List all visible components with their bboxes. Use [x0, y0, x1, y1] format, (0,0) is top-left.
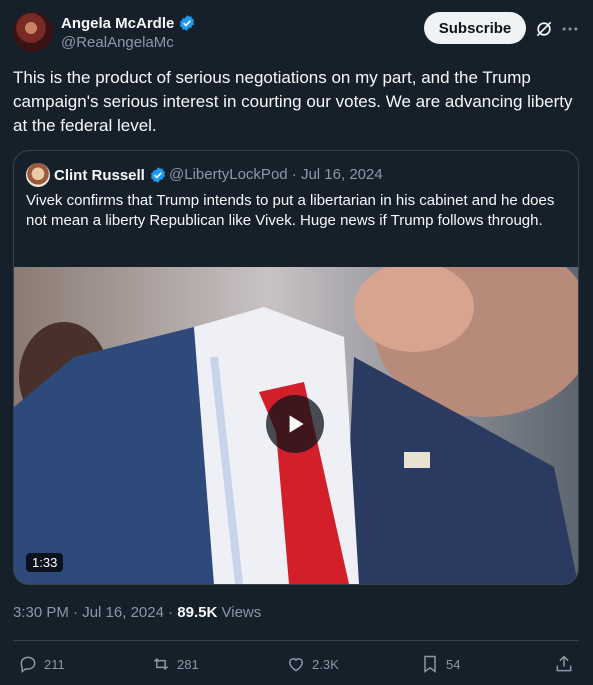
- author-name-row[interactable]: Angela McArdle: [61, 14, 196, 32]
- tweet-text: This is the product of serious negotiati…: [13, 68, 573, 135]
- author-name[interactable]: Angela McArdle: [61, 15, 174, 32]
- reply-count: 211: [44, 656, 65, 672]
- quote-author-name[interactable]: Clint Russell: [54, 167, 145, 184]
- verified-badge-icon: [150, 167, 165, 183]
- author-handle[interactable]: @RealAngelaMc: [61, 34, 174, 51]
- quote-author-handle[interactable]: @LibertyLockPod: [169, 166, 288, 183]
- repost-icon: [153, 657, 169, 671]
- heart-icon: [288, 658, 304, 672]
- repost-count: 281: [177, 656, 199, 672]
- views-count: 89.5K: [177, 604, 218, 621]
- share-icon: [556, 655, 572, 672]
- quote-date[interactable]: Jul 16, 2024: [301, 166, 383, 183]
- reply-button[interactable]: 211: [18, 654, 65, 674]
- like-button[interactable]: 2.3K: [286, 654, 339, 674]
- tweet-meta: 3:30 PM · Jul 16, 2024 · 89.5K Views: [13, 604, 262, 621]
- bookmark-button[interactable]: 54: [420, 654, 460, 674]
- repost-button[interactable]: 281: [151, 654, 199, 674]
- quote-text: Vivek confirms that Trump intends to put…: [26, 192, 555, 229]
- author-avatar[interactable]: [13, 12, 53, 52]
- reply-icon: [20, 656, 36, 673]
- divider: [13, 640, 579, 641]
- grok-icon[interactable]: [534, 19, 554, 39]
- quote-author-name-row[interactable]: Clint Russell: [54, 166, 167, 184]
- bookmark-icon: [424, 655, 436, 673]
- play-button[interactable]: [266, 395, 324, 453]
- subscribe-button[interactable]: Subscribe: [424, 12, 526, 44]
- play-icon: [289, 415, 304, 433]
- verified-badge-icon: [180, 15, 195, 31]
- bookmark-count: 54: [446, 656, 461, 672]
- quote-meta: @LibertyLockPod · Jul 16, 2024: [169, 166, 383, 183]
- tweet-time[interactable]: 3:30 PM: [13, 604, 69, 621]
- quote-tweet-card[interactable]: Clint Russell @LibertyLockPod · Jul 16, …: [13, 150, 579, 585]
- quote-author-avatar[interactable]: [26, 163, 50, 187]
- more-options-icon[interactable]: [560, 19, 580, 39]
- like-count: 2.3K: [312, 656, 339, 672]
- video-duration-badge: 1:33: [26, 553, 64, 572]
- views-label: Views: [221, 604, 262, 621]
- video-player[interactable]: 1:33: [14, 267, 578, 584]
- share-button[interactable]: [554, 654, 574, 674]
- tweet-date[interactable]: Jul 16, 2024: [82, 604, 164, 621]
